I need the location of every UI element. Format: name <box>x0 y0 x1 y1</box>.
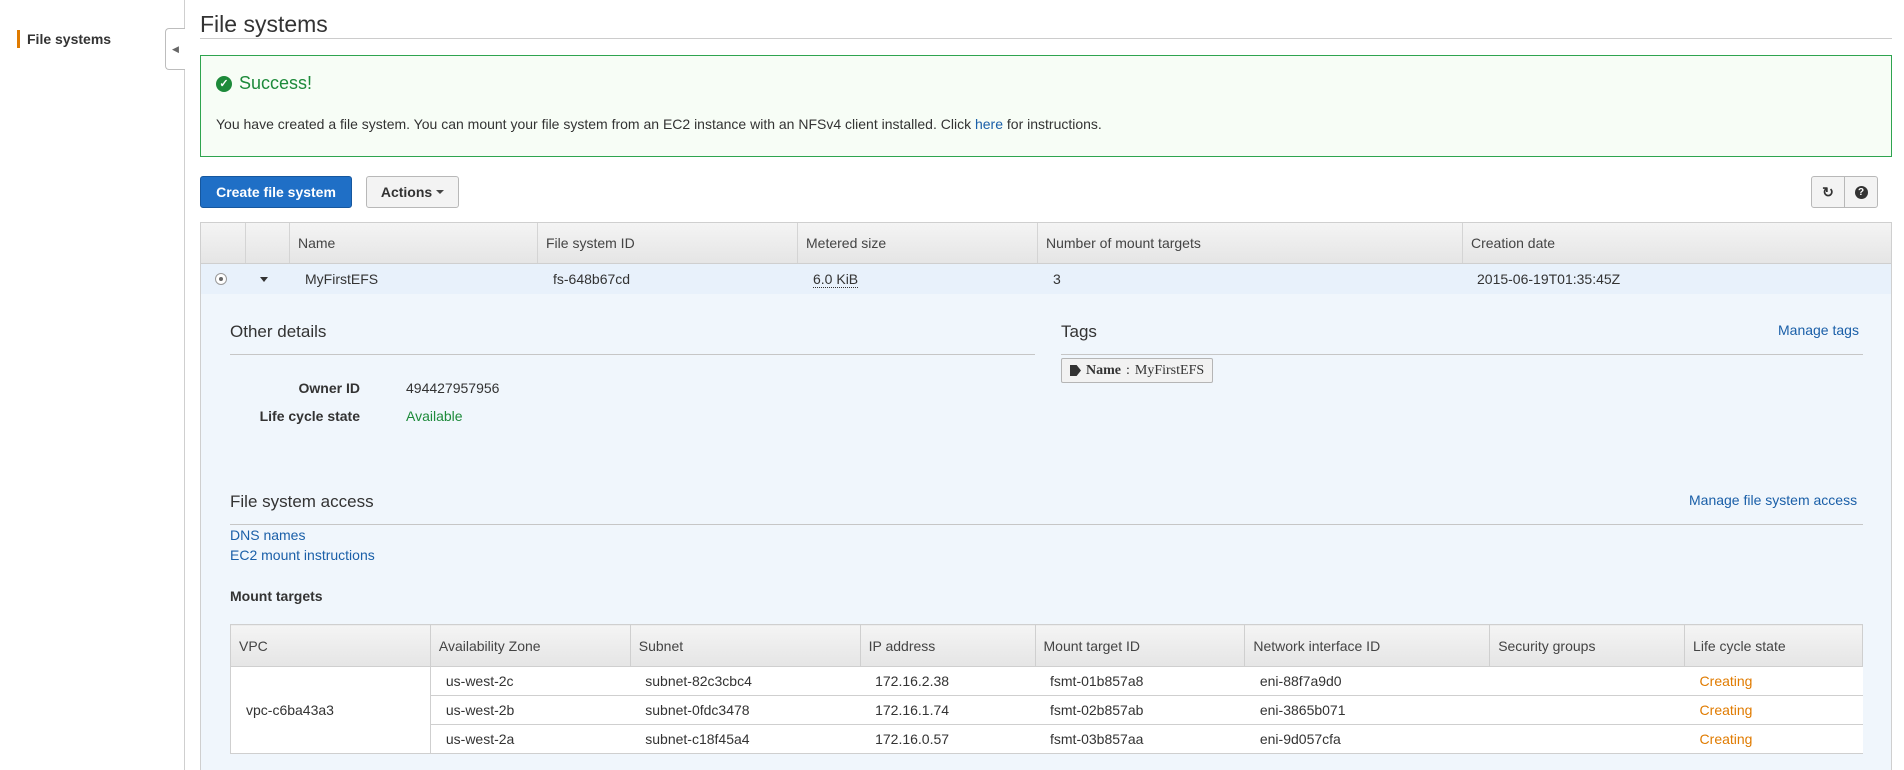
mount-targets-table: VPC Availability Zone Subnet IP address … <box>230 624 1863 754</box>
dns-names-link[interactable]: DNS names <box>230 527 305 543</box>
main-content: File systems ✓ Success! You have created… <box>200 0 1892 770</box>
actions-label: Actions <box>380 184 433 200</box>
tag-key: Name <box>1086 362 1121 378</box>
access-divider <box>230 524 1863 525</box>
table-row: us-west-2a subnet-c18f45a4 172.16.0.57 f… <box>231 724 1863 754</box>
cell-life-cycle-state: Creating <box>1684 666 1863 696</box>
tag-value: MyFirstEFS <box>1134 362 1205 378</box>
file-systems-table: Name File system ID Metered size Number … <box>200 222 1892 294</box>
expand-caret-icon[interactable] <box>260 277 268 282</box>
sidebar: File systems ◀ <box>0 0 185 770</box>
column-header-ip-address: IP address <box>859 624 1036 667</box>
tags-divider <box>1061 354 1863 355</box>
title-divider <box>200 38 1892 39</box>
actions-dropdown[interactable]: Actions <box>366 176 459 208</box>
collapse-sidebar-button[interactable]: ◀ <box>165 28 185 70</box>
cell-life-cycle-state: Creating <box>1684 724 1863 754</box>
column-header-creation-date[interactable]: Creation date <box>1462 223 1892 263</box>
success-message-text: You have created a file system. You can … <box>216 116 975 132</box>
cell-availability-zone: us-west-2b <box>430 695 631 725</box>
success-alert: ✓ Success! You have created a file syste… <box>200 55 1892 157</box>
manage-tags-link[interactable]: Manage tags <box>1778 322 1859 338</box>
caret-down-icon <box>436 190 445 194</box>
cell-security-groups <box>1489 695 1685 725</box>
column-header-mount-targets[interactable]: Number of mount targets <box>1037 223 1462 263</box>
refresh-button[interactable]: ↻ <box>1811 176 1845 208</box>
column-header-vpc: VPC <box>230 624 431 667</box>
mount-targets-header-row: VPC Availability Zone Subnet IP address … <box>230 624 1863 667</box>
cell-ip-address: 172.16.0.57 <box>860 724 1035 754</box>
ec2-mount-instructions-link[interactable]: EC2 mount instructions <box>230 547 375 563</box>
tag-icon <box>1070 365 1081 376</box>
file-system-access-title: File system access <box>230 492 374 511</box>
cell-security-groups <box>1489 666 1685 696</box>
create-file-system-button[interactable]: Create file system <box>200 176 352 208</box>
expand-column-header <box>245 223 289 263</box>
lifecycle-state-label: Life cycle state <box>259 408 360 424</box>
details-panel: Other details Owner ID 494427957956 Life… <box>200 294 1892 770</box>
column-header-availability-zone: Availability Zone <box>429 624 631 667</box>
cell-mount-targets: 3 <box>1053 271 1061 287</box>
metered-size-value[interactable]: 6.0 KiB <box>813 271 859 288</box>
row-radio-button[interactable] <box>215 273 227 285</box>
select-column-header <box>201 223 245 263</box>
other-details-title: Other details <box>230 322 327 341</box>
other-details-divider <box>230 354 1035 355</box>
sidebar-item-file-systems[interactable]: File systems <box>17 30 111 48</box>
cell-security-groups <box>1489 724 1685 754</box>
success-heading: ✓ Success! <box>216 73 312 94</box>
refresh-icon: ↻ <box>1822 183 1834 200</box>
column-header-metered-size[interactable]: Metered size <box>797 223 1037 263</box>
cell-mount-target-id: fsmt-01b857a8 <box>1035 666 1245 696</box>
cell-ip-address: 172.16.1.74 <box>860 695 1035 725</box>
check-circle-icon: ✓ <box>216 75 232 92</box>
manage-file-system-access-link[interactable]: Manage file system access <box>1689 492 1857 508</box>
column-header-life-cycle-state: Life cycle state <box>1684 624 1863 667</box>
cell-mount-target-id: fsmt-02b857ab <box>1035 695 1245 725</box>
help-icon: ? <box>1854 185 1868 199</box>
tags-title: Tags <box>1061 322 1097 341</box>
cell-metered-size: 6.0 KiB <box>813 264 859 294</box>
mount-targets-title: Mount targets <box>230 588 323 604</box>
column-header-security-groups: Security groups <box>1489 624 1686 667</box>
success-message-tail: for instructions. <box>1003 116 1102 132</box>
cell-subnet: subnet-82c3cbc4 <box>630 666 861 696</box>
column-header-network-interface-id: Network interface ID <box>1244 624 1491 667</box>
owner-id-value: 494427957956 <box>406 380 500 396</box>
table-row: us-west-2b subnet-0fdc3478 172.16.1.74 f… <box>231 695 1863 725</box>
chevron-left-icon: ◀ <box>172 43 179 54</box>
table-header-row: Name File system ID Metered size Number … <box>200 222 1892 264</box>
instructions-link[interactable]: here <box>975 116 1003 132</box>
lifecycle-state-value: Available <box>406 408 463 424</box>
table-row[interactable]: MyFirstEFS fs-648b67cd 6.0 KiB 3 2015-06… <box>200 264 1892 294</box>
cell-availability-zone: us-west-2c <box>430 666 631 696</box>
column-header-mount-target-id: Mount target ID <box>1034 624 1246 667</box>
owner-id-label: Owner ID <box>298 380 360 396</box>
cell-network-interface-id: eni-88f7a9d0 <box>1244 666 1490 696</box>
column-header-file-system-id[interactable]: File system ID <box>537 223 797 263</box>
column-header-subnet: Subnet <box>629 624 861 667</box>
cell-vpc: vpc-c6ba43a3 <box>230 666 431 754</box>
success-message: You have created a file system. You can … <box>216 116 1102 132</box>
cell-network-interface-id: eni-9d057cfa <box>1244 724 1490 754</box>
column-header-name[interactable]: Name <box>289 223 537 263</box>
help-button[interactable]: ? <box>1844 176 1878 208</box>
table-row: vpc-c6ba43a3 us-west-2c subnet-82c3cbc4 … <box>230 666 1863 754</box>
cell-name: MyFirstEFS <box>305 271 379 287</box>
cell-network-interface-id: eni-3865b071 <box>1244 695 1490 725</box>
cell-ip-address: 172.16.2.38 <box>860 666 1035 696</box>
cell-availability-zone: us-west-2a <box>430 724 631 754</box>
tag-chip: Name: MyFirstEFS <box>1061 358 1214 383</box>
page-title: File systems <box>200 11 328 37</box>
cell-creation-date: 2015-06-19T01:35:45Z <box>1477 271 1621 287</box>
tag-separator: : <box>1126 362 1130 378</box>
cell-mount-target-id: fsmt-03b857aa <box>1035 724 1245 754</box>
success-heading-text: Success! <box>239 73 313 93</box>
cell-subnet: subnet-0fdc3478 <box>630 695 861 725</box>
cell-life-cycle-state: Creating <box>1684 695 1863 725</box>
cell-subnet: subnet-c18f45a4 <box>630 724 861 754</box>
cell-file-system-id: fs-648b67cd <box>553 271 631 287</box>
